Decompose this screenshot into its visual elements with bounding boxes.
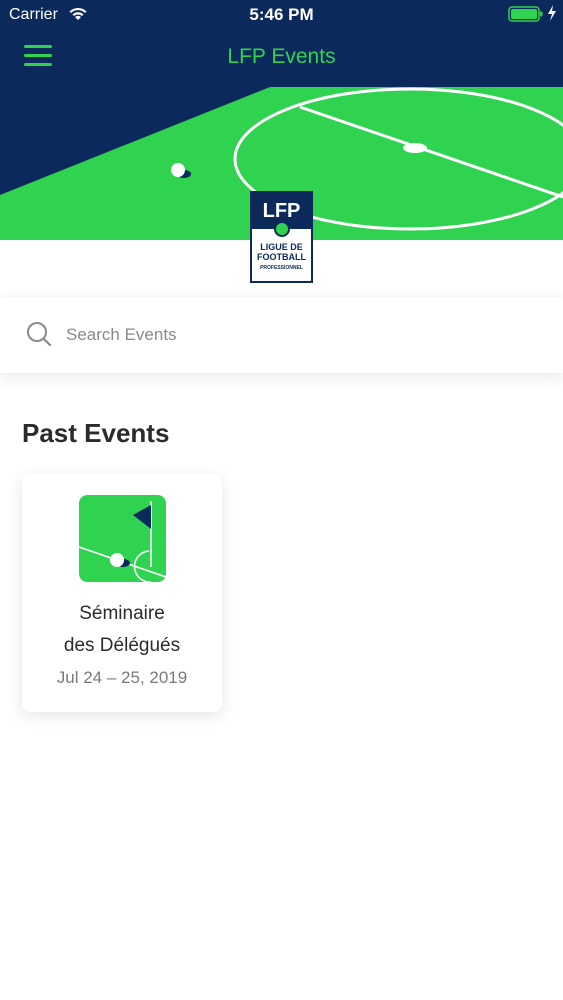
search-bar [0, 297, 563, 373]
search-input[interactable] [64, 319, 534, 351]
status-bar: Carrier 5:46 PM [0, 0, 563, 30]
logo-panel: LIGUE DE FOOTBALL PROFESSIONNEL [252, 221, 311, 281]
event-card[interactable]: Séminaire des Délégués Jul 24 – 25, 2019 [22, 474, 222, 712]
section-title: Past Events [22, 418, 170, 448]
corner-flag-icon [79, 495, 166, 582]
logo-line-3: PROFESSIONNEL [260, 265, 303, 271]
lfp-logo: LFP LIGUE DE FOOTBALL PROFESSIONNEL [250, 191, 313, 283]
battery-icon [508, 6, 543, 22]
event-date: Jul 24 – 25, 2019 [56, 668, 188, 687]
header-bar: Carrier 5:46 PM LFP Events [0, 0, 563, 87]
logo-line-2: FOOTBALL [257, 252, 306, 262]
logo-line-1: LIGUE DE [260, 242, 303, 252]
event-title-line-2: des Délégués [63, 635, 181, 656]
event-title-line-1: Séminaire [79, 603, 165, 624]
search-icon [27, 322, 52, 347]
logo-ball-icon [274, 221, 290, 237]
event-title: Séminaire des Délégués [22, 598, 222, 662]
nav-title: LFP Events [227, 45, 336, 68]
charging-bolt-icon [548, 5, 556, 21]
status-time: 5:46 PM [249, 5, 314, 24]
